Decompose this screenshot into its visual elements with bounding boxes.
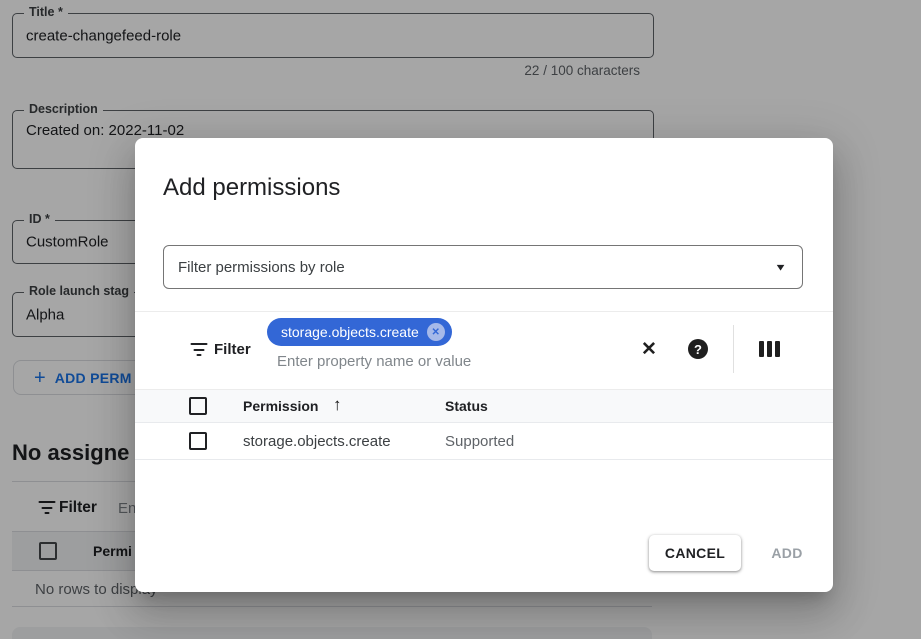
sort-ascending-icon[interactable]: ↑ xyxy=(333,395,342,415)
row-permission-cell: storage.objects.create xyxy=(243,433,391,450)
divider xyxy=(733,325,734,373)
permission-filter-chip-label: storage.objects.create xyxy=(281,324,419,340)
row-checkbox[interactable] xyxy=(189,432,207,450)
dialog-filter-label[interactable]: Filter xyxy=(214,341,251,358)
add-button[interactable]: ADD xyxy=(761,535,813,571)
role-select-placeholder: Filter permissions by role xyxy=(178,259,345,276)
dialog-title: Add permissions xyxy=(163,174,340,202)
filter-permissions-by-role-select[interactable]: Filter permissions by role ▼ xyxy=(163,245,803,289)
divider xyxy=(135,311,833,312)
cancel-button[interactable]: CANCEL xyxy=(649,535,741,571)
add-permissions-dialog: Add permissions Filter permissions by ro… xyxy=(135,138,833,592)
permission-column-header[interactable]: Permission xyxy=(243,398,318,414)
status-column-header[interactable]: Status xyxy=(445,398,488,414)
select-all-checkbox[interactable] xyxy=(189,397,207,415)
help-icon[interactable]: ? xyxy=(688,339,708,359)
create-role-page: Title * create-changefeed-role 22 / 100 … xyxy=(0,0,921,639)
column-display-options-icon[interactable] xyxy=(759,341,780,357)
chip-remove-icon[interactable]: ✕ xyxy=(427,323,445,341)
filter-property-input[interactable] xyxy=(275,352,609,371)
filter-icon xyxy=(190,343,208,357)
divider xyxy=(135,459,833,460)
permission-filter-chip[interactable]: storage.objects.create ✕ xyxy=(267,318,452,346)
row-status-cell: Supported xyxy=(445,433,514,450)
clear-filter-icon[interactable]: ✕ xyxy=(637,337,661,361)
chevron-down-icon: ▼ xyxy=(774,261,787,272)
